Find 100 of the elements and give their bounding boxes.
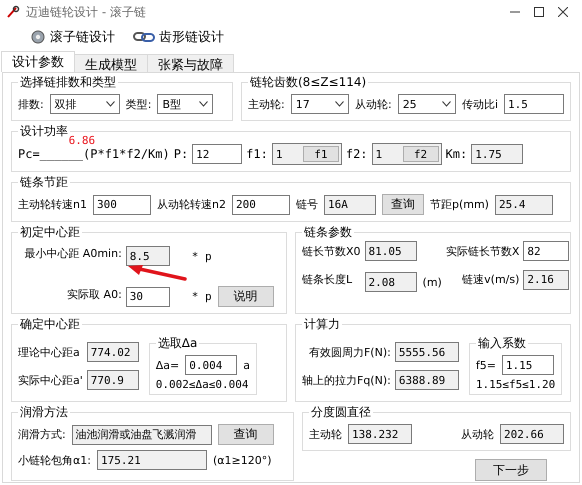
field-label: 链长节数X0: [302, 244, 361, 258]
input-field[interactable]: 16A: [324, 194, 376, 214]
field-value: 1: [376, 148, 383, 160]
unit-label: a: [243, 358, 250, 372]
group-title: 计算力: [303, 317, 341, 331]
input-field[interactable]: 175.21: [96, 450, 207, 470]
input-field[interactable]: 202.66: [500, 424, 564, 444]
unit-label: * p: [192, 250, 212, 262]
field-label: 传动比i: [462, 96, 498, 112]
field-label: 润滑方式:: [18, 427, 66, 442]
formula-text: Pc=______(P*f1*f2/Km): [18, 147, 170, 161]
input-field[interactable]: 200: [232, 194, 290, 214]
group-title: 链轮齿数(8≤Z≤114): [249, 75, 368, 89]
annotation-arrow: [128, 265, 187, 281]
picker-button[interactable]: f2: [402, 146, 439, 162]
input-field[interactable]: 774.02: [86, 342, 139, 362]
field-label: 理论中心距a: [18, 344, 81, 360]
note-text: (α1≥120°): [212, 454, 272, 466]
field-label: 链条长度L: [302, 272, 354, 287]
field-label: 轴上的拉力Fq(N):: [302, 372, 391, 388]
result-value: 6.86: [68, 134, 96, 147]
range-text: 1.15≤f5≤1.20: [476, 378, 556, 391]
group-title: 确定中心距: [19, 317, 81, 331]
field-label: Km:: [446, 147, 468, 161]
input-field[interactable]: 25.4: [494, 194, 553, 214]
input-field[interactable]: 82: [523, 241, 570, 261]
field-label: 从动轮:: [354, 96, 392, 112]
field-label: 实际取 A0:: [66, 286, 122, 302]
field-label: 从动轮: [461, 426, 494, 442]
tab[interactable]: 张紧与故障: [147, 54, 234, 72]
field-label: 类型:: [126, 96, 152, 112]
group-title: 链条节距: [19, 175, 69, 189]
field-label: 有效圆周力F(N):: [308, 344, 391, 360]
input-field[interactable]: 0.004: [185, 355, 238, 375]
group-title: 设计功率: [19, 124, 69, 138]
group-title: 选取Δa: [156, 336, 198, 350]
field-label: 实际链长节数X: [446, 244, 520, 258]
field-label: 主动轮转速n1: [18, 197, 87, 212]
window-title: 迈迪链轮设计 - 滚子链: [26, 4, 146, 20]
input-field[interactable]: 2.08: [364, 272, 417, 292]
tab[interactable]: 生成模型: [74, 54, 148, 72]
input-field[interactable]: 770.9: [86, 370, 139, 390]
dropdown[interactable]: 双排: [50, 94, 120, 114]
chevron-icon: [199, 101, 208, 107]
field-label: 节距p(mm): [430, 197, 489, 212]
field-label: 链号: [296, 197, 318, 212]
query-button[interactable]: 查询: [218, 424, 274, 445]
input-field[interactable]: 1.5: [504, 94, 564, 114]
field-value: 1: [276, 148, 283, 160]
app-icon: [6, 5, 20, 19]
input-field[interactable]: 12: [192, 144, 242, 164]
input-field[interactable]: 8.5: [126, 246, 170, 266]
input-field[interactable]: 1.15: [502, 355, 554, 375]
toolbar-button[interactable]: 滚子链设计: [30, 28, 115, 46]
close-icon[interactable]: [558, 7, 568, 17]
field-label: f2:: [346, 147, 368, 161]
picker-field[interactable]: 1 f1: [272, 143, 342, 165]
picker-button[interactable]: f1: [302, 146, 339, 162]
group-title: 分度圆直径: [310, 405, 372, 419]
input-field[interactable]: 6388.89: [394, 370, 459, 390]
field-label: 主动轮:: [248, 96, 285, 112]
field-label: 链速v(m/s): [461, 272, 520, 287]
input-field[interactable]: 5555.56: [394, 342, 459, 362]
tab[interactable]: 设计参数: [1, 51, 75, 72]
chevron-icon: [442, 101, 451, 107]
sprocket-icon: [30, 29, 46, 45]
input-field[interactable]: 2.16: [523, 270, 570, 290]
field-label: 实际中心距a': [18, 372, 83, 388]
toolbar-button[interactable]: 齿形链设计: [133, 28, 224, 46]
group-title: 润滑方法: [19, 405, 69, 419]
field-label: f1:: [246, 147, 268, 161]
input-field[interactable]: 1.75: [471, 144, 524, 164]
dropdown[interactable]: 17: [290, 94, 349, 114]
range-text: 0.002≤Δa≤0.004: [156, 378, 250, 391]
field-label: 排数:: [18, 96, 44, 112]
help-button[interactable]: 说明: [218, 286, 274, 307]
next-button[interactable]: 下一步: [475, 459, 547, 481]
field-label: P:: [174, 147, 188, 161]
field-label: 从动轮转速n2: [156, 197, 226, 212]
group-title: 初定中心距: [19, 225, 81, 239]
group-title: 链条参数: [303, 225, 353, 239]
maximize-icon[interactable]: [534, 7, 544, 17]
field-label: 小链轮包角α1:: [18, 452, 91, 468]
unit-label: * p: [192, 290, 212, 303]
group-title: 选择链排数和类型: [19, 75, 117, 89]
chain-icon: [133, 30, 155, 44]
input-field[interactable]: 油池润滑或油盘飞溅润滑: [72, 424, 212, 444]
query-button[interactable]: 查询: [382, 194, 424, 215]
chevron-icon: [334, 101, 344, 107]
input-field[interactable]: 300: [92, 194, 151, 214]
group-title: 输入系数: [476, 336, 527, 350]
unit-label: (m): [422, 276, 442, 288]
input-field[interactable]: 81.05: [364, 241, 417, 261]
dropdown[interactable]: B型: [157, 94, 214, 114]
picker-field[interactable]: 1 f2: [372, 143, 442, 165]
field-label: 主动轮: [309, 426, 342, 442]
input-field[interactable]: 30: [126, 286, 170, 306]
dropdown[interactable]: 25: [398, 94, 456, 114]
chevron-icon: [106, 101, 115, 107]
input-field[interactable]: 138.232: [348, 424, 412, 444]
